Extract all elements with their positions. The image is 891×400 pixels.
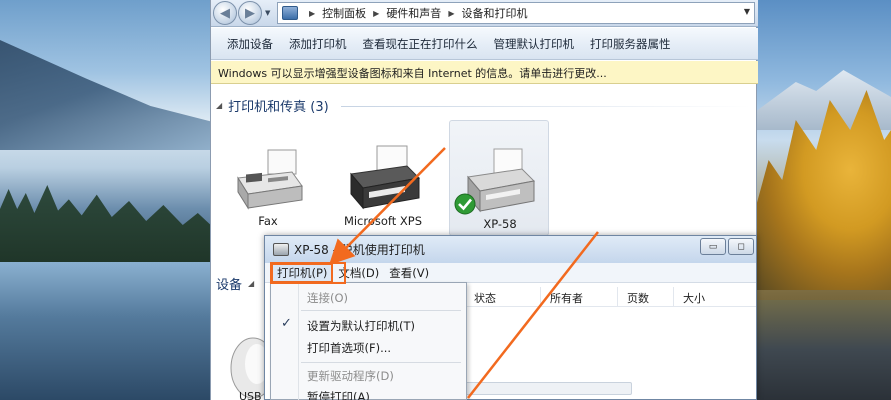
menu-gutter bbox=[298, 283, 299, 400]
control-panel-icon bbox=[282, 6, 298, 20]
device-label: Fax bbox=[258, 214, 278, 228]
column-size[interactable]: 大小 bbox=[674, 287, 734, 306]
queue-window-title: XP-58 - 脱机使用打印机 bbox=[294, 243, 425, 257]
printer-icon bbox=[273, 243, 289, 256]
chevron-right-icon[interactable]: ▶ bbox=[448, 9, 454, 18]
maximize-button[interactable]: ◻ bbox=[728, 238, 754, 255]
printer-icon bbox=[350, 145, 421, 210]
devices-group-header[interactable]: 设备 ◢ bbox=[216, 274, 260, 293]
add-device-button[interactable]: 添加设备 bbox=[211, 36, 281, 52]
address-bar: ◀ ▶ ▼ ▶ 控制面板 ▶ 硬件和声音 ▶ 设备和打印机 ▼ bbox=[211, 0, 758, 27]
menu-separator bbox=[301, 310, 461, 311]
wallpaper-reflection bbox=[755, 300, 891, 400]
highlight-box bbox=[270, 262, 346, 284]
menu-item-pause-printing[interactable]: 暂停打印(A) bbox=[307, 389, 370, 400]
command-bar: 添加设备 添加打印机 查看现在正在打印什么 管理默认打印机 打印服务器属性 bbox=[211, 28, 758, 60]
default-printer-check-icon bbox=[454, 193, 476, 215]
minimize-button[interactable]: ▭ bbox=[700, 238, 726, 255]
printers-group-header[interactable]: ◢ 打印机和传真 (3) bbox=[216, 96, 329, 115]
printer-menu-dropdown: 连接(O) ✓ 设置为默认打印机(T) 打印首选项(F)... 更新驱动程序(D… bbox=[270, 282, 467, 400]
printers-group-label: 打印机和传真 (3) bbox=[228, 100, 329, 115]
group-divider bbox=[341, 106, 751, 107]
breadcrumb-hardware-sound[interactable]: 硬件和声音 bbox=[386, 5, 441, 21]
manage-default-printers-button[interactable]: 管理默认打印机 bbox=[486, 36, 583, 52]
menu-item-printing-preferences[interactable]: 打印首选项(F)... bbox=[307, 340, 391, 356]
address-dropdown-icon[interactable]: ▼ bbox=[744, 7, 750, 16]
breadcrumb-devices-printers[interactable]: 设备和打印机 bbox=[461, 5, 527, 21]
recent-pages-dropdown-icon[interactable]: ▼ bbox=[265, 9, 270, 17]
collapse-triangle-icon[interactable]: ◢ bbox=[216, 101, 222, 110]
column-status[interactable]: 状态 bbox=[465, 287, 541, 306]
collapse-triangle-icon[interactable]: ◢ bbox=[248, 279, 254, 288]
chevron-right-icon[interactable]: ▶ bbox=[373, 9, 379, 18]
column-owner[interactable]: 所有者 bbox=[541, 287, 618, 306]
see-whats-printing-button[interactable]: 查看现在正在打印什么 bbox=[355, 36, 486, 52]
menu-separator bbox=[301, 362, 461, 363]
device-fax[interactable]: Fax bbox=[218, 118, 318, 236]
info-bar[interactable]: Windows 可以显示增强型设备图标和来自 Internet 的信息。请单击进… bbox=[211, 61, 758, 84]
column-pages[interactable]: 页数 bbox=[618, 287, 674, 306]
forward-button[interactable]: ▶ bbox=[238, 1, 262, 25]
back-button[interactable]: ◀ bbox=[213, 1, 237, 25]
breadcrumb-control-panel[interactable]: 控制面板 bbox=[322, 5, 366, 21]
menu-item-set-default[interactable]: 设置为默认打印机(T) bbox=[307, 318, 415, 334]
queue-column-headers: 状态 所有者 页数 大小 bbox=[465, 287, 756, 307]
device-xp-58[interactable]: XP-58 bbox=[449, 120, 549, 236]
address-field[interactable]: ▶ 控制面板 ▶ 硬件和声音 ▶ 设备和打印机 ▼ bbox=[277, 2, 755, 24]
chevron-right-icon[interactable]: ▶ bbox=[309, 9, 315, 18]
fax-icon bbox=[237, 149, 303, 210]
horizontal-scrollbar[interactable] bbox=[465, 382, 632, 395]
window-controls: ▭ ◻ bbox=[698, 238, 754, 255]
print-server-properties-button[interactable]: 打印服务器属性 bbox=[582, 36, 679, 52]
queue-title-bar[interactable]: XP-58 - 脱机使用打印机 ▭ ◻ bbox=[265, 236, 756, 263]
wallpaper-lake bbox=[0, 262, 215, 400]
devices-group-label: 设备 bbox=[216, 278, 243, 293]
device-label: Microsoft XPS bbox=[343, 214, 423, 228]
usb-device-label: USB bbox=[239, 390, 262, 400]
menu-item-connect[interactable]: 连接(O) bbox=[307, 290, 348, 306]
menu-view[interactable]: 查看(V) bbox=[384, 265, 434, 281]
device-label: XP-58 bbox=[483, 217, 517, 231]
menu-item-update-driver[interactable]: 更新驱动程序(D) bbox=[307, 368, 394, 384]
add-printer-button[interactable]: 添加打印机 bbox=[281, 36, 355, 52]
device-microsoft-xps[interactable]: Microsoft XPS bbox=[333, 118, 433, 236]
checkmark-icon: ✓ bbox=[281, 316, 292, 331]
